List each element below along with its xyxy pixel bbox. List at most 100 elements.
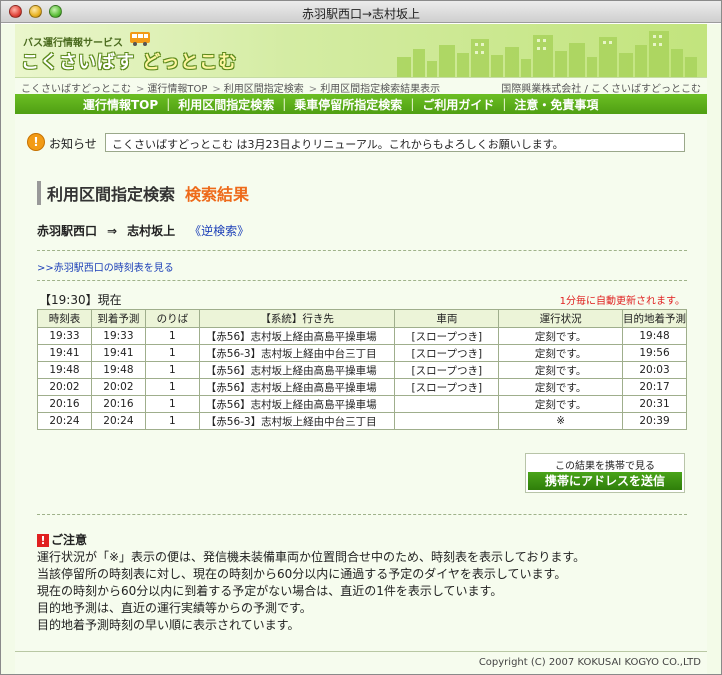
table-row: 19:41 19:41 1 【赤56-3】志村坂上経由中台三丁目 [スロープつき… — [37, 344, 687, 362]
scheduled-time: 20:24 — [37, 412, 92, 430]
title-bar: 赤羽駅西口→志村坂上 — [1, 1, 721, 23]
nav-item-top[interactable]: 運行情報TOP — [75, 96, 166, 113]
content-area: バス運行情報サービス こくさいばす どっとこむ こくさいばすどっとこむ > 運行… — [15, 24, 707, 674]
destination-stop: 志村坂上 — [127, 224, 176, 238]
service-status: 定刻です。 — [498, 378, 624, 396]
page: バス運行情報サービス こくさいばす どっとこむ こくさいばすどっとこむ > 運行… — [1, 24, 721, 674]
breadcrumb-item-search[interactable]: 利用区間指定検索 — [224, 84, 304, 95]
breadcrumb-item-home[interactable]: こくさいばすどっとこむ — [21, 84, 131, 95]
window-title: 赤羽駅西口→志村坂上 — [301, 7, 421, 21]
table-header-row: 時刻表 到着予測 のりば 【系統】行き先 車両 運行状況 目的地着予測 — [37, 309, 687, 328]
service-status: ※ — [498, 412, 624, 430]
divider — [37, 514, 687, 515]
table-row: 19:48 19:48 1 【赤56】志村坂上経由高島平操車場 [スロープつき]… — [37, 361, 687, 379]
table-row: 20:16 20:16 1 【赤56】志村坂上経由高島平操車場 定刻です。 20… — [37, 395, 687, 413]
notice: ! お知らせ こくさいばすどっとこむ は3月23日よりリニューアル。これからもよ… — [27, 131, 687, 153]
scheduled-time: 19:48 — [37, 361, 92, 379]
route-destination: 【赤56】志村坂上経由高島平操車場 — [198, 327, 396, 345]
column-header: 【系統】行き先 — [198, 309, 396, 328]
column-header: 時刻表 — [37, 309, 92, 328]
caution-line: 目的地着予測時刻の早い順に表示されています。 — [37, 618, 300, 632]
mobile-label: この結果を携帯で見る — [555, 461, 655, 472]
breadcrumb-separator: > — [308, 84, 318, 95]
column-header: のりば — [144, 309, 200, 328]
column-header: 目的地着予測 — [622, 309, 687, 328]
send-to-mobile-button[interactable]: 携帯にアドレスを送信 — [528, 472, 682, 490]
platform: 1 — [144, 378, 200, 396]
predicted-arrival: 19:33 — [90, 327, 146, 345]
timetable-link[interactable]: >>赤羽駅西口の時刻表を見る — [37, 259, 174, 274]
scheduled-time: 20:02 — [37, 378, 92, 396]
caution-line: 当該停留所の時刻表に対し、現在の時刻から60分以内に通過する予定のダイヤを表示し… — [37, 567, 567, 581]
predicted-arrival: 19:41 — [90, 344, 146, 362]
site-banner: バス運行情報サービス こくさいばす どっとこむ — [15, 24, 707, 78]
mobile-panel: この結果を携帯で見る 携帯にアドレスを送信 — [525, 453, 685, 493]
route-destination: 【赤56】志村坂上経由高島平操車場 — [198, 361, 396, 379]
notice-label: お知らせ — [49, 137, 97, 151]
current-time: 【19:30】現在 — [39, 293, 122, 307]
column-header: 到着予測 — [90, 309, 146, 328]
nav-item-route-search[interactable]: 利用区間指定検索 — [170, 96, 282, 113]
breadcrumb-separator: > — [136, 84, 145, 95]
predicted-arrival: 20:02 — [90, 378, 146, 396]
breadcrumb-item-current: 利用区間指定検索結果表示 — [320, 84, 441, 95]
caution-title-text: ご注意 — [51, 533, 88, 547]
browser-window: 赤羽駅西口→志村坂上 バス運行情報サービス こくさいばす どっとこむ こくさいば… — [0, 0, 722, 675]
site-logo[interactable]: こくさいばす どっとこむ — [21, 48, 237, 74]
main-nav: 運行情報TOP | 利用区間指定検索 | 乗車停留所指定検索 | ご利用ガイド … — [15, 94, 707, 114]
vehicle: [スロープつき] — [394, 344, 500, 362]
caution-line: 現在の時刻から60分以内に到着する予定がない場合は、直近の1件を表示しています。 — [37, 584, 503, 598]
copyright: Copyright (C) 2007 KOKUSAI KOGYO CO.,LTD — [478, 657, 701, 668]
footer-divider — [15, 651, 707, 652]
site-owner: 国際興業株式会社 / こくさいばすどっとこむ — [501, 84, 701, 95]
vehicle — [394, 412, 500, 430]
bus-timetable: 時刻表 到着予測 のりば 【系統】行き先 車両 運行状況 目的地着予測 19:3… — [37, 309, 687, 430]
service-status: 定刻です。 — [498, 327, 624, 345]
destination-arrival: 20:03 — [622, 361, 687, 379]
breadcrumb: こくさいばすどっとこむ > 運行情報TOP > 利用区間指定検索 > 利用区間指定検索結果表… — [15, 78, 707, 95]
predicted-arrival: 20:16 — [90, 395, 146, 413]
nav-item-guide[interactable]: ご利用ガイド — [414, 96, 502, 113]
predicted-arrival: 20:24 — [90, 412, 146, 430]
divider — [37, 250, 687, 251]
service-status: 定刻です。 — [498, 395, 624, 413]
route-destination: 【赤56】志村坂上経由高島平操車場 — [198, 395, 396, 413]
page-title-accent: 検索結果 — [185, 185, 250, 204]
platform: 1 — [144, 395, 200, 413]
vehicle: [スロープつき] — [394, 327, 500, 345]
breadcrumb-item-top[interactable]: 運行情報TOP — [147, 84, 207, 95]
bus-icon — [130, 32, 150, 46]
table-row: 20:24 20:24 1 【赤56-3】志村坂上経由中台三丁目 ※ 20:39 — [37, 412, 687, 430]
vehicle: [スロープつき] — [394, 378, 500, 396]
route-summary: 赤羽駅西口 ⇒ 志村坂上 《逆検索》 — [37, 222, 249, 239]
nav-item-stop-search[interactable]: 乗車停留所指定検索 — [286, 96, 410, 113]
logo-text-main: こくさいばす — [21, 52, 135, 73]
destination-arrival: 20:39 — [622, 412, 687, 430]
warning-icon: ! — [37, 534, 49, 547]
breadcrumb-separator: > — [212, 84, 221, 95]
platform: 1 — [144, 327, 200, 345]
caution-list: 運行状況が「※」表示の便は、発信機未装備車両か位置問合せ中のため、時刻表を表示し… — [37, 549, 585, 634]
column-header: 運行状況 — [498, 309, 624, 328]
vehicle — [394, 395, 500, 413]
page-title-text: 利用区間指定検索 — [47, 185, 176, 204]
reverse-search-link[interactable]: 《逆検索》 — [189, 224, 249, 238]
platform: 1 — [144, 412, 200, 430]
route-arrow: ⇒ — [107, 224, 118, 238]
scheduled-time: 19:41 — [37, 344, 92, 362]
city-skyline-graphic — [397, 31, 697, 77]
caution-heading: ! ご注意 — [37, 531, 87, 548]
nav-item-disclaimer[interactable]: 注意・免責事項 — [506, 96, 606, 113]
page-title: 利用区間指定検索 検索結果 — [37, 181, 249, 205]
auto-update-note: 1分毎に自動更新されます。 — [559, 296, 685, 307]
caution-line: 運行状況が「※」表示の便は、発信機未装備車両か位置問合せ中のため、時刻表を表示し… — [37, 550, 586, 564]
service-status: 定刻です。 — [498, 344, 624, 362]
destination-arrival: 20:31 — [622, 395, 687, 413]
table-row: 20:02 20:02 1 【赤56】志村坂上経由高島平操車場 [スロープつき]… — [37, 378, 687, 396]
logo-text-dotcom: どっとこむ — [142, 52, 238, 73]
platform: 1 — [144, 344, 200, 362]
platform: 1 — [144, 361, 200, 379]
origin-stop: 赤羽駅西口 — [37, 224, 98, 238]
divider — [37, 280, 687, 281]
route-destination: 【赤56-3】志村坂上経由中台三丁目 — [198, 344, 396, 362]
